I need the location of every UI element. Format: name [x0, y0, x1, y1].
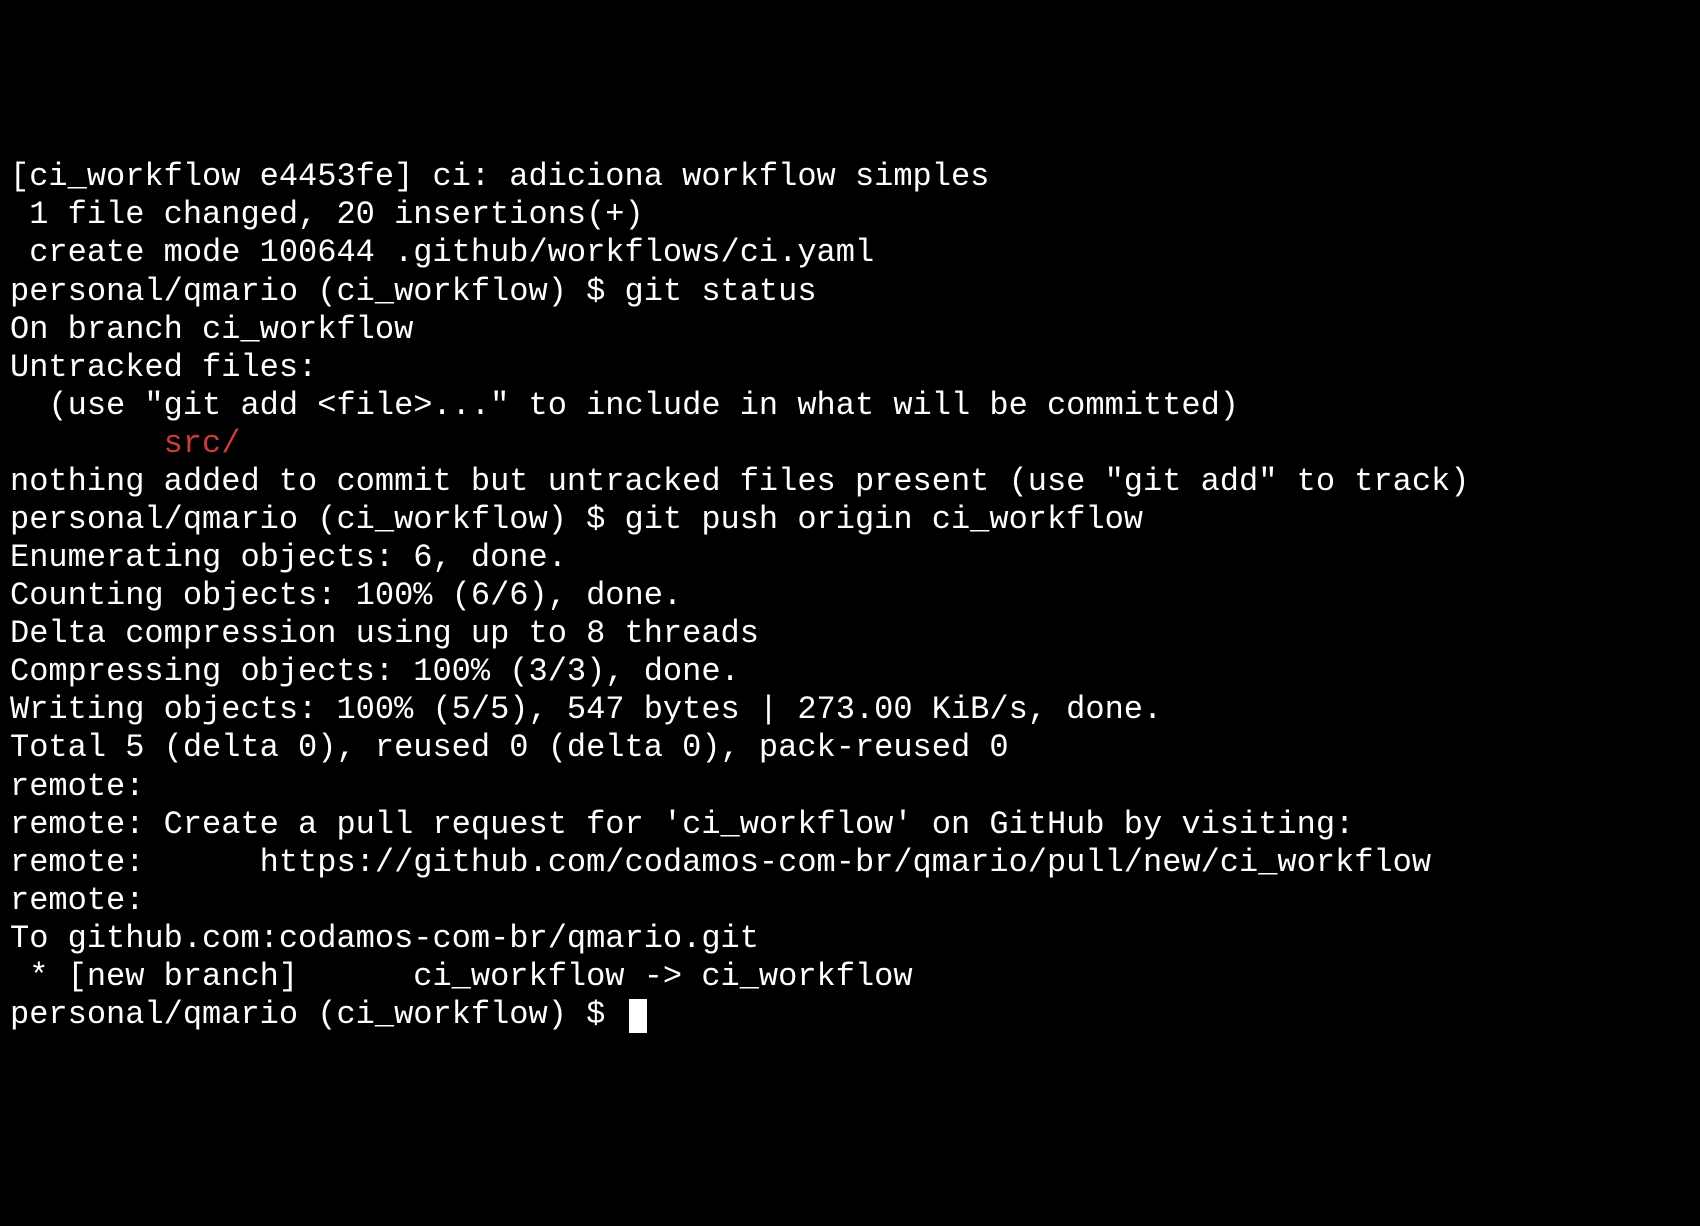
push-delta-line: Delta compression using up to 8 threads	[10, 615, 1690, 653]
push-remote-line-4: remote:	[10, 882, 1690, 920]
command-git-status: git status	[625, 273, 817, 310]
push-remote-line-2: remote: Create a pull request for 'ci_wo…	[10, 806, 1690, 844]
status-untracked-file-line: src/	[10, 425, 1690, 463]
commit-stat-line: 1 file changed, 20 insertions(+)	[10, 196, 1690, 234]
command-git-push: git push origin ci_workflow	[625, 501, 1143, 538]
terminal-cursor[interactable]	[629, 999, 647, 1033]
push-writing-line: Writing objects: 100% (5/5), 547 bytes |…	[10, 691, 1690, 729]
push-remote-line-1: remote:	[10, 768, 1690, 806]
untracked-file-indent	[10, 425, 164, 462]
push-total-line: Total 5 (delta 0), reused 0 (delta 0), p…	[10, 729, 1690, 767]
terminal-output[interactable]: [ci_workflow e4453fe] ci: adiciona workf…	[10, 158, 1690, 1034]
prompt-line-3: personal/qmario (ci_workflow) $	[10, 996, 1690, 1034]
push-newbranch-line: * [new branch] ci_workflow -> ci_workflo…	[10, 958, 1690, 996]
prompt-prefix: personal/qmario (ci_workflow) $	[10, 273, 625, 310]
prompt-prefix: personal/qmario (ci_workflow) $	[10, 996, 625, 1033]
status-branch-line: On branch ci_workflow	[10, 311, 1690, 349]
status-untracked-hint-line: (use "git add <file>..." to include in w…	[10, 387, 1690, 425]
push-compressing-line: Compressing objects: 100% (3/3), done.	[10, 653, 1690, 691]
prompt-line-1: personal/qmario (ci_workflow) $ git stat…	[10, 273, 1690, 311]
push-to-line: To github.com:codamos-com-br/qmario.git	[10, 920, 1690, 958]
commit-header-line: [ci_workflow e4453fe] ci: adiciona workf…	[10, 158, 1690, 196]
untracked-file-name: src/	[164, 425, 241, 462]
push-remote-line-3: remote: https://github.com/codamos-com-b…	[10, 844, 1690, 882]
commit-create-line: create mode 100644 .github/workflows/ci.…	[10, 234, 1690, 272]
status-untracked-header-line: Untracked files:	[10, 349, 1690, 387]
push-counting-line: Counting objects: 100% (6/6), done.	[10, 577, 1690, 615]
status-nothing-line: nothing added to commit but untracked fi…	[10, 463, 1690, 501]
prompt-prefix: personal/qmario (ci_workflow) $	[10, 501, 625, 538]
push-enumerating-line: Enumerating objects: 6, done.	[10, 539, 1690, 577]
prompt-line-2: personal/qmario (ci_workflow) $ git push…	[10, 501, 1690, 539]
